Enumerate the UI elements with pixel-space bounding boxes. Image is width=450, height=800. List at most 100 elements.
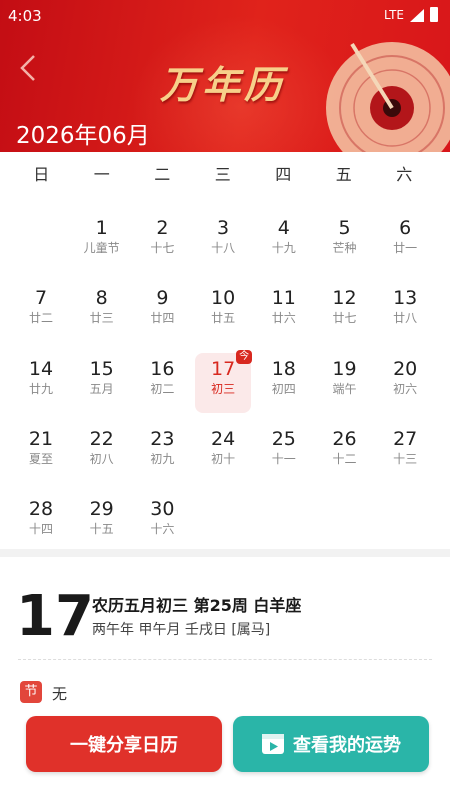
day-number: 11	[271, 287, 296, 310]
day-number: 5	[338, 217, 351, 239]
calendar-day-cell[interactable]: 5 芒种	[317, 212, 373, 272]
day-number: 13	[393, 287, 418, 310]
lunar-date-info: 农历五月初三 第25周 白羊座	[92, 596, 302, 615]
calendar-day-cell[interactable]: 2 十七	[134, 212, 190, 272]
weekday-label: 四	[275, 165, 292, 184]
lunar-label: 夏至	[28, 451, 53, 466]
lunar-label: 初六	[393, 381, 418, 396]
video-play-icon	[262, 734, 284, 754]
calendar-day-cell[interactable]: 23 初九	[134, 423, 190, 483]
lunar-label: 十一	[271, 451, 296, 466]
lunar-label: 廿九	[28, 381, 53, 396]
calendar-day-cell[interactable]: 8 廿三	[74, 282, 130, 342]
lunar-label: 廿八	[393, 311, 418, 326]
day-number: 14	[28, 357, 54, 380]
lunar-label: 十四	[28, 522, 53, 537]
calendar-day-cell[interactable]: 15 五月	[74, 353, 130, 413]
battery-icon	[430, 7, 438, 22]
compass-decoration-icon	[326, 42, 450, 152]
calendar-day-cell[interactable]: 26 十二	[317, 423, 373, 483]
weekday-label: 二	[154, 165, 171, 184]
calendar-day-cell[interactable]: 28 十四	[13, 493, 69, 553]
selected-day-number: 17	[16, 584, 94, 649]
network-label: LTE	[384, 8, 404, 22]
month-title[interactable]: 2026年06月	[16, 116, 150, 150]
calendar-day-cell[interactable]: 11 廿六	[256, 282, 312, 342]
calendar-day-cell[interactable]: 3 十八	[195, 212, 251, 272]
lunar-label: 儿童节	[83, 241, 120, 255]
day-number: 20	[393, 357, 418, 380]
calendar-day-cell[interactable]: 19 端午	[317, 353, 373, 413]
day-number: 8	[95, 287, 108, 310]
festival-icon: 节	[20, 681, 42, 703]
calendar-day-cell[interactable]: 22 初八	[74, 423, 130, 483]
lunar-label: 廿六	[271, 311, 296, 326]
lunar-label: 初三	[211, 381, 236, 396]
day-number: 1	[95, 217, 108, 239]
share-calendar-button[interactable]: 一键分享日历	[26, 716, 222, 772]
lunar-label: 廿三	[89, 311, 114, 326]
calendar-day-cell[interactable]: 21 夏至	[13, 423, 69, 483]
day-number: 24	[211, 427, 236, 450]
lunar-label: 廿七	[332, 311, 357, 326]
share-button-label: 一键分享日历	[70, 735, 178, 756]
calendar-day-cell[interactable]: 17 初三今	[195, 349, 253, 413]
calendar-day-cell[interactable]: 14 廿九	[13, 353, 69, 413]
calendar-day-cell[interactable]: 4 十九	[256, 212, 312, 272]
status-bar: 4:03 LTE	[0, 0, 450, 30]
calendar-day-cell[interactable]: 27 十三	[377, 423, 433, 483]
lunar-label: 廿二	[28, 311, 53, 326]
calendar-day-cell[interactable]: 12 廿七	[317, 282, 373, 342]
day-number: 10	[211, 287, 236, 310]
calendar-day-cell[interactable]: 6 廿一	[377, 212, 433, 272]
day-number: 2	[156, 217, 169, 239]
day-number: 28	[28, 498, 54, 521]
day-number: 25	[271, 427, 296, 450]
festival-value: 无	[52, 685, 68, 703]
day-number: 21	[28, 427, 54, 450]
section-divider	[0, 549, 450, 557]
day-number: 7	[34, 287, 48, 310]
day-number: 16	[150, 357, 175, 380]
calendar-day-cell[interactable]: 10 廿五	[195, 282, 251, 342]
calendar-day-cell[interactable]: 16 初二	[134, 353, 190, 413]
lunar-label: 十八	[211, 241, 236, 255]
day-number: 23	[150, 427, 175, 450]
day-number: 19	[332, 357, 357, 380]
lunar-label: 廿四	[150, 311, 175, 326]
day-number: 26	[332, 427, 357, 450]
day-number: 15	[89, 357, 114, 380]
day-number: 3	[217, 217, 230, 239]
calendar-day-cell[interactable]: 25 十一	[256, 423, 312, 483]
lunar-label: 廿一	[393, 241, 418, 255]
back-arrow-icon[interactable]	[10, 48, 50, 88]
status-time: 4:03	[8, 7, 42, 25]
lunar-label: 初八	[89, 451, 114, 466]
lunar-label: 十三	[393, 451, 418, 466]
dashed-divider	[18, 659, 432, 660]
app-title: 万年历	[160, 62, 287, 107]
day-number: 22	[89, 427, 114, 450]
calendar-day-cell[interactable]: 18 初四	[256, 353, 312, 413]
calendar-day-cell[interactable]: 24 初十	[195, 423, 251, 483]
calendar-day-cell[interactable]: 1 儿童节	[74, 212, 130, 272]
day-number: 30	[150, 498, 175, 521]
calendar-day-cell[interactable]: 20 初六	[377, 353, 433, 413]
day-number: 12	[332, 287, 357, 310]
day-number: 9	[156, 287, 169, 310]
weekday-label: 三	[214, 165, 231, 184]
calendar-day-cell[interactable]: 13 廿八	[377, 282, 433, 342]
weekday-label: 六	[396, 165, 413, 184]
calendar-day-cell[interactable]: 7 廿二	[13, 282, 69, 342]
weekday-label: 一	[93, 165, 110, 184]
calendar-day-cell[interactable]: 30 十六	[134, 493, 190, 553]
day-number: 18	[271, 357, 296, 380]
lunar-label: 廿五	[211, 311, 236, 326]
weekday-label: 日	[33, 165, 50, 184]
calendar-day-cell[interactable]: 29 十五	[74, 493, 130, 553]
day-number: 27	[393, 427, 418, 450]
calendar-day-cell[interactable]: 9 廿四	[134, 282, 190, 342]
view-fortune-button[interactable]: 查看我的运势	[233, 716, 429, 772]
lunar-label: 端午	[332, 381, 357, 396]
lunar-label: 十六	[150, 522, 175, 537]
